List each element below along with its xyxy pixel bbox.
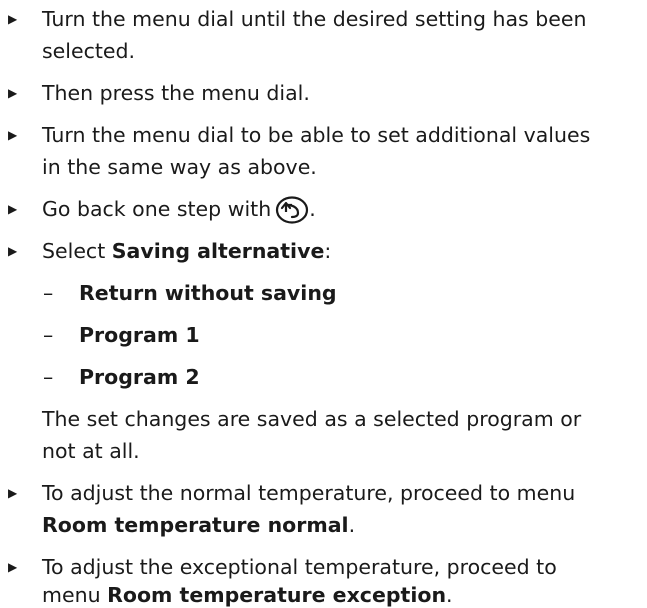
step-1-line-2: selected. xyxy=(42,39,136,63)
step-4-line-1: Go back one step with. xyxy=(42,196,316,230)
option-label: Return without saving xyxy=(79,281,337,305)
step-4-suffix: . xyxy=(309,197,316,221)
exception-step-prefix: menu xyxy=(42,583,108,607)
exception-step-line-2: menu Room temperature exception. xyxy=(42,582,453,608)
bullet-icon: ▶ xyxy=(8,244,18,258)
step-1-line-1: Turn the menu dial until the desired set… xyxy=(42,7,587,31)
note-line-2: not at all. xyxy=(42,439,140,463)
bullet-icon: ▶ xyxy=(8,486,18,500)
bullet-icon: ▶ xyxy=(8,128,18,142)
dash-marker: – xyxy=(43,281,54,305)
normal-step-line-2: Room temperature normal. xyxy=(42,512,355,538)
saving-alternative-label: Saving alternative xyxy=(111,239,325,263)
normal-step-line-1: To adjust the normal temperature, procee… xyxy=(42,481,576,505)
step-5-line-1: Select Saving alternative: xyxy=(42,238,331,264)
exception-step-line-1: To adjust the exceptional temperature, p… xyxy=(42,555,557,579)
step-2-line-1: Then press the menu dial. xyxy=(42,81,310,105)
bullet-icon: ▶ xyxy=(8,86,18,100)
room-temperature-normal-label: Room temperature normal xyxy=(42,513,349,537)
step-3-line-2: in the same way as above. xyxy=(42,155,317,179)
bullet-icon: ▶ xyxy=(8,560,18,574)
note-line-1: The set changes are saved as a selected … xyxy=(42,407,582,431)
bullet-icon: ▶ xyxy=(8,202,18,216)
exception-step-suffix: . xyxy=(446,583,453,607)
normal-step-suffix: . xyxy=(348,513,356,537)
step-4-text: Go back one step with xyxy=(42,197,272,221)
step-5-suffix: : xyxy=(324,239,332,263)
back-arrow-icon xyxy=(275,196,309,230)
step-5-prefix: Select xyxy=(42,239,112,263)
dash-marker: – xyxy=(43,323,54,347)
room-temperature-exception-label: Room temperature exception xyxy=(107,583,447,607)
step-3-line-1: Turn the menu dial to be able to set add… xyxy=(42,123,591,147)
option-label: Program 2 xyxy=(79,365,200,389)
option-label: Program 1 xyxy=(79,323,200,347)
bullet-icon: ▶ xyxy=(8,12,18,26)
dash-marker: – xyxy=(43,365,54,389)
